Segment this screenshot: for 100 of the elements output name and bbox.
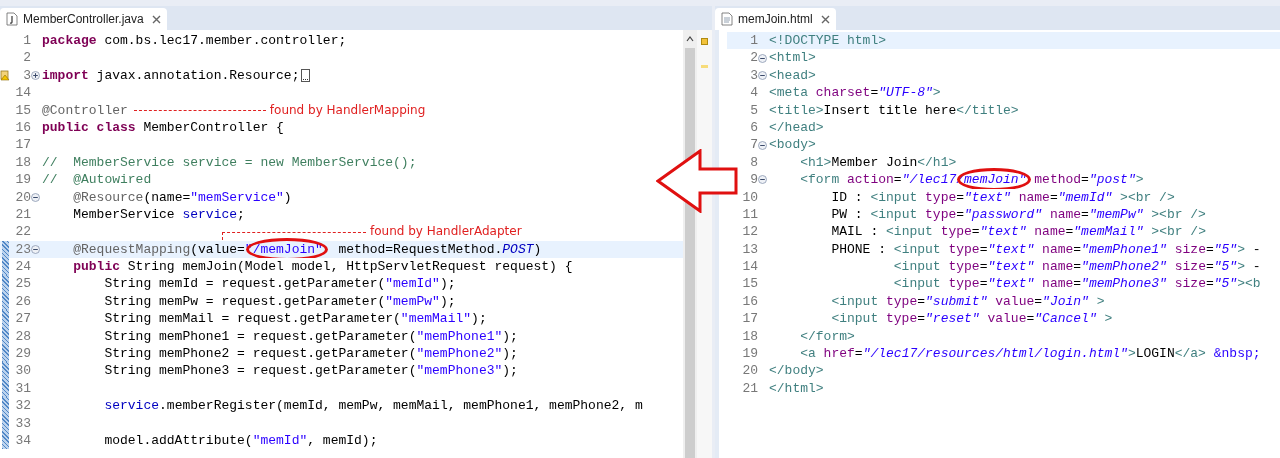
line-number: 16 <box>741 292 758 311</box>
code-line: String memPhone1 = request.getParameter("memPhone1"); <box>103 327 518 346</box>
editor-tab[interactable]: MemberController.java <box>0 8 167 30</box>
code-line: <input type="submit" value="Join" > <box>830 292 1105 311</box>
line-number: 5 <box>749 101 758 119</box>
code-line: String memMail = request.getParameter("memMail"); <box>103 310 487 328</box>
occurrence-marker[interactable] <box>701 65 708 68</box>
folded-code-icon[interactable] <box>301 68 311 82</box>
line-number: 30 <box>14 362 31 380</box>
code-line: @Resource(name="memService") <box>72 188 292 206</box>
java-file-icon <box>6 12 18 26</box>
line-number: 29 <box>14 345 31 363</box>
line-number: 1 <box>22 32 31 50</box>
collapse-icon[interactable] <box>31 192 40 202</box>
code-line: String memPhone2 = request.getParameter("memPhone2"); <box>103 345 518 363</box>
code-line: String memPw = request.getParameter("memPw"); <box>103 292 456 311</box>
code-line: </head> <box>769 118 824 137</box>
code-line: String memId = request.getParameter("memId"); <box>103 275 456 293</box>
collapse-icon[interactable] <box>758 53 767 63</box>
code-line: <meta charset="UTF-8"> <box>769 84 941 102</box>
code-line: PW : <input type="password" name="memPw" ><br /> <box>830 205 1206 224</box>
line-number: 19 <box>14 171 31 189</box>
code-line: import javax.annotation.Resource; <box>42 66 300 85</box>
line-number: 27 <box>14 310 31 328</box>
code-line: PHONE : <input type="text" name="memPhone1" size="5"> - <box>830 240 1261 259</box>
code-line: MAIL : <input type="text" name="memMail" ><br /> <box>830 223 1206 241</box>
line-number: 18 <box>741 327 758 346</box>
line-number: 32 <box>14 397 31 415</box>
line-number: 33 <box>14 414 31 432</box>
code-line: @Controller <box>42 101 128 119</box>
close-icon[interactable] <box>151 14 161 24</box>
line-number: 16 <box>14 118 31 137</box>
line-number: 1 <box>749 32 758 50</box>
line-number: 14 <box>741 258 758 276</box>
line-number: 22 <box>14 223 31 241</box>
line-number: 26 <box>14 292 31 311</box>
code-line: // @Autowired <box>42 171 152 189</box>
line-number: 11 <box>741 205 758 224</box>
line-number: 12 <box>741 223 758 241</box>
line-number: 4 <box>749 84 758 102</box>
code-line: <!DOCTYPE html> <box>769 32 887 50</box>
line-number: 17 <box>14 136 31 154</box>
line-number: 28 <box>14 327 31 346</box>
line-number: 8 <box>749 153 758 172</box>
code-line: <input type="text" name="memPhone2" size="5"> - <box>892 258 1261 276</box>
code-line: <body> <box>769 136 816 154</box>
line-number: 15 <box>14 101 31 119</box>
line-number: 13 <box>741 240 758 259</box>
line-number: 10 <box>741 188 758 206</box>
line-number: 15 <box>741 275 758 293</box>
file-icon <box>721 12 733 26</box>
line-number: 6 <box>749 118 758 137</box>
collapse-icon[interactable] <box>31 244 40 254</box>
line-number: 25 <box>14 275 31 293</box>
code-line: </html> <box>769 379 824 398</box>
editor-tab[interactable]: memJoin.html <box>715 8 836 30</box>
expand-icon[interactable] <box>31 70 40 80</box>
code-line: service.memberRegister(memId, memPw, memMail, memPhone1, memPhone2, m <box>103 397 643 415</box>
annotation-text: found by HandlerMapping <box>269 101 426 119</box>
code-line: MemberService service; <box>72 205 245 224</box>
code-line: <input type="reset" value="Cancel" > <box>830 310 1113 328</box>
line-number: 3 <box>749 66 758 85</box>
line-number: 2 <box>749 49 758 67</box>
code-line: // MemberService service = new MemberService(); <box>42 153 417 172</box>
close-icon[interactable] <box>820 14 830 24</box>
line-number: 3 <box>22 66 31 85</box>
collapse-icon[interactable] <box>758 140 767 150</box>
code-line: ID : <input type="text" name="memId" ><br /> <box>830 188 1175 206</box>
code-line: <input type="text" name="memPhone3" size="5"><b <box>892 275 1261 293</box>
code-line: </body> <box>769 362 824 380</box>
line-number: 2 <box>22 49 31 67</box>
code-line: <head> <box>769 66 816 85</box>
line-number: 7 <box>749 136 758 154</box>
line-number: 20 <box>741 362 758 380</box>
line-number: 24 <box>14 258 31 276</box>
code-line: package com.bs.lec17.member.controller; <box>42 32 347 50</box>
code-line: </form> <box>799 327 855 346</box>
code-line: <title>Insert title here</title> <box>769 101 1019 119</box>
code-line: <a href="/lec17/resources/html/login.html">LOGIN</a> &nbsp; <box>799 345 1261 363</box>
line-number: 21 <box>14 205 31 224</box>
line-number: 17 <box>741 310 758 328</box>
line-number: 18 <box>14 153 31 172</box>
line-number: 20 <box>14 188 31 206</box>
line-number: 21 <box>741 379 758 398</box>
warning-marker[interactable] <box>701 38 708 45</box>
code-line: model.addAttribute("memId", memId); <box>103 432 378 450</box>
line-number: 19 <box>741 345 758 363</box>
line-number: 14 <box>14 84 31 102</box>
line-number: 9 <box>749 171 758 189</box>
line-number: 34 <box>14 432 31 450</box>
collapse-icon[interactable] <box>758 175 767 185</box>
code-line: String memPhone3 = request.getParameter("memPhone3"); <box>103 362 518 380</box>
code-line: <html> <box>769 49 816 67</box>
collapse-icon[interactable] <box>758 70 767 80</box>
annotation-text: found by HandlerAdapter <box>370 223 522 241</box>
code-line: public String memJoin(Model model, HttpServletRequest request) { <box>72 258 573 276</box>
line-number: 23 <box>14 240 31 259</box>
line-number: 31 <box>14 379 31 398</box>
warning-icon[interactable] <box>0 69 10 81</box>
code-line: <h1>Member Join</h1> <box>799 153 957 172</box>
